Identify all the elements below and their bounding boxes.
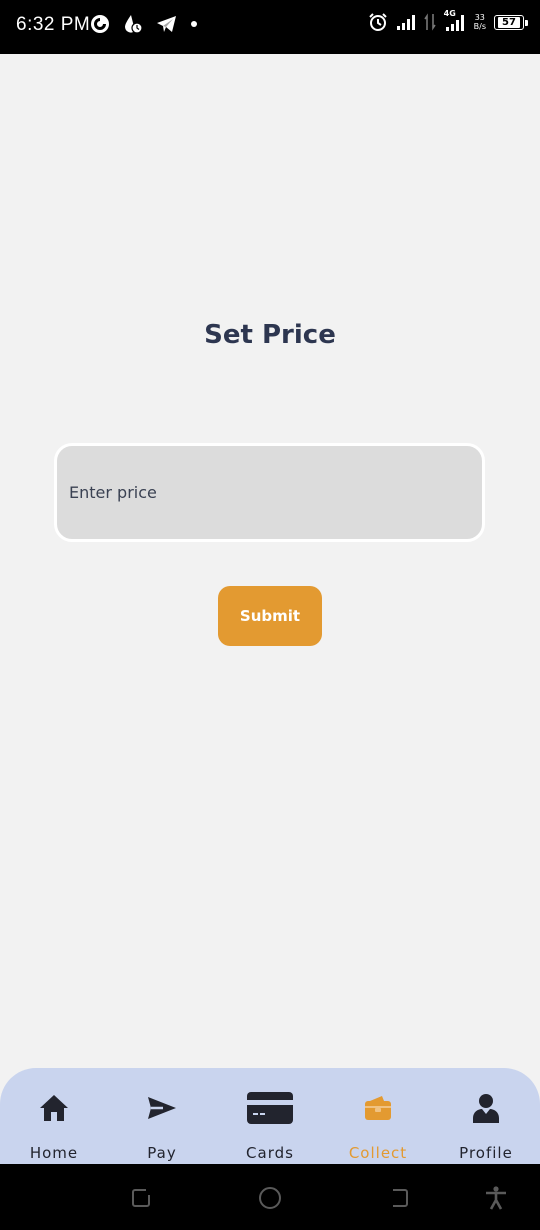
alarm-icon — [368, 12, 388, 32]
nav-item-pay[interactable]: Pay — [108, 1068, 216, 1164]
nav-item-profile[interactable]: Profile — [432, 1068, 540, 1164]
nav-item-collect[interactable]: Collect — [324, 1068, 432, 1164]
status-bar: 6:32 PM 4G 33 B/s 57 — [0, 0, 540, 54]
system-nav-bar — [0, 1164, 540, 1230]
status-time: 6:32 PM — [16, 14, 91, 35]
nav-label-profile: Profile — [459, 1144, 513, 1162]
battery-level: 57 — [498, 16, 520, 28]
signal-4g-icon: 4G — [444, 9, 466, 31]
recent-apps-icon[interactable] — [128, 1185, 154, 1211]
battery-icon: 57 — [494, 14, 528, 30]
wallet-icon — [363, 1088, 393, 1128]
card-icon — [246, 1088, 294, 1128]
data-speed-value: 33 — [474, 13, 485, 22]
notification-icons — [90, 13, 198, 35]
system-status-icons: 4G 33 B/s 57 — [368, 9, 528, 32]
nav-item-home[interactable]: Home — [0, 1068, 108, 1164]
nav-label-pay: Pay — [147, 1144, 177, 1162]
price-input[interactable] — [54, 443, 485, 542]
signal-icon-sim1 — [396, 14, 416, 30]
submit-button[interactable]: Submit — [218, 586, 322, 646]
nav-label-cards: Cards — [246, 1144, 294, 1162]
water-drop-clock-icon — [122, 13, 144, 35]
nav-item-cards[interactable]: Cards — [216, 1068, 324, 1164]
back-icon[interactable] — [386, 1185, 412, 1211]
home-button-icon[interactable] — [257, 1185, 283, 1211]
send-icon — [147, 1088, 177, 1128]
accessibility-icon[interactable] — [483, 1185, 509, 1211]
network-type: 4G — [443, 9, 456, 18]
data-transfer-icon — [423, 13, 436, 31]
profile-icon — [472, 1088, 500, 1128]
data-speed-unit: B/s — [473, 22, 486, 31]
data-speed: 33 B/s — [474, 13, 486, 31]
telegram-icon — [156, 14, 178, 34]
page-title: Set Price — [204, 320, 336, 350]
swirl-app-icon — [90, 14, 110, 34]
bottom-nav: Home Pay Cards Collect Profile — [0, 1068, 540, 1164]
nav-label-collect: Collect — [348, 1144, 408, 1162]
more-dot-icon — [190, 20, 198, 28]
home-icon — [38, 1088, 70, 1128]
nav-label-home: Home — [29, 1144, 79, 1162]
